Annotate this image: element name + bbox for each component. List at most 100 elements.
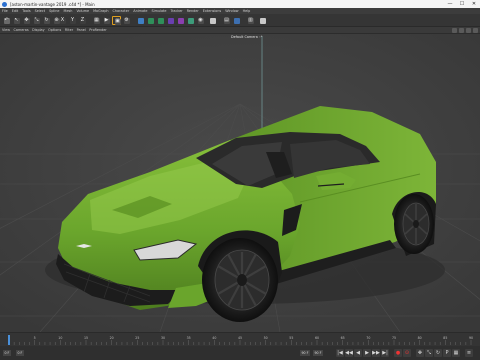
view-rotate-icon[interactable] bbox=[459, 28, 464, 33]
menu-simulate[interactable]: Simulate bbox=[151, 9, 166, 13]
render-view-icon[interactable]: ▶ bbox=[102, 16, 111, 25]
menu-select[interactable]: Select bbox=[35, 9, 45, 13]
move-icon[interactable]: ✥ bbox=[22, 16, 31, 25]
front-hub bbox=[237, 274, 247, 286]
menu-mograph[interactable]: MoGraph bbox=[93, 9, 108, 13]
timeline-tick-label: 25 bbox=[135, 336, 139, 340]
view-menu-view[interactable]: View bbox=[2, 28, 10, 32]
light-glyph bbox=[209, 17, 216, 24]
window-title: [aston-martin-vantage 2019 .c4d *] - Mai… bbox=[10, 1, 95, 7]
camera-label[interactable]: Default Camera ◦⁰ bbox=[231, 35, 262, 39]
menu-file[interactable]: File bbox=[2, 9, 8, 13]
3d-viewport[interactable]: Default Camera ◦⁰ bbox=[0, 34, 480, 332]
pen-icon[interactable] bbox=[146, 16, 155, 25]
timeline-tick-label: 40 bbox=[212, 336, 216, 340]
array-icon[interactable] bbox=[166, 16, 175, 25]
menu-mesh[interactable]: Mesh bbox=[64, 9, 73, 13]
timeline-menu-icon[interactable]: ≡ bbox=[465, 349, 473, 357]
array-glyph bbox=[167, 17, 174, 24]
key-scale-icon[interactable]: ⤡ bbox=[425, 349, 433, 357]
python-glyph bbox=[259, 17, 266, 24]
play-button[interactable]: ▶ bbox=[363, 349, 371, 357]
snap-icon[interactable] bbox=[232, 16, 241, 25]
view-menu-prorender[interactable]: ProRender bbox=[89, 28, 106, 32]
y-axis-icon[interactable]: Y bbox=[68, 16, 77, 25]
max-frame-field[interactable]: 90 F bbox=[313, 350, 323, 356]
menu-character[interactable]: Character bbox=[113, 9, 130, 13]
autokey-button[interactable]: ⊙ bbox=[403, 349, 411, 357]
next-key-button[interactable]: ▶▶ bbox=[372, 349, 380, 357]
close-button[interactable]: ✕ bbox=[468, 0, 480, 8]
menu-spline[interactable]: Spline bbox=[49, 9, 59, 13]
undo-icon[interactable]: ↶ bbox=[2, 16, 11, 25]
workplane-symbol: ▥ bbox=[248, 17, 253, 23]
previous-frame-button[interactable]: ◀ bbox=[354, 349, 362, 357]
timeline-tick-label: 35 bbox=[187, 336, 191, 340]
menu-extensions[interactable]: Extensions bbox=[203, 9, 221, 13]
start-frame-field[interactable]: 0 F bbox=[3, 350, 11, 356]
view-menu-options[interactable]: Options bbox=[48, 28, 61, 32]
menu-window[interactable]: Window bbox=[225, 9, 238, 13]
view-layout-icon[interactable] bbox=[473, 28, 478, 33]
render-settings-symbol: ⚙ bbox=[124, 17, 129, 23]
view-move-icon[interactable] bbox=[452, 28, 457, 33]
view-menu-cameras[interactable]: Cameras bbox=[14, 28, 29, 32]
timeline-tick-label: 70 bbox=[366, 336, 370, 340]
go-to-start-button[interactable]: |◀ bbox=[336, 349, 344, 357]
deformer-icon[interactable] bbox=[176, 16, 185, 25]
record-button[interactable]: ● bbox=[394, 349, 402, 357]
render-picture-viewer-icon[interactable]: ▣ bbox=[112, 16, 121, 25]
menu-animate[interactable]: Animate bbox=[133, 9, 147, 13]
floor-icon[interactable] bbox=[186, 16, 195, 25]
python-icon[interactable] bbox=[258, 16, 267, 25]
key-pla-icon[interactable]: ▦ bbox=[452, 349, 460, 357]
key-rotate-icon[interactable]: ↻ bbox=[434, 349, 442, 357]
menu-volume[interactable]: Volume bbox=[76, 9, 89, 13]
view-menu-panel[interactable]: Panel bbox=[77, 28, 86, 32]
display-icon[interactable]: ▤ bbox=[222, 16, 231, 25]
key-position-icon[interactable]: ✥ bbox=[416, 349, 424, 357]
menu-render[interactable]: Render bbox=[187, 9, 199, 13]
minimize-button[interactable]: — bbox=[444, 0, 456, 8]
render-settings-icon[interactable]: ⚙ bbox=[122, 16, 131, 25]
z-axis-icon[interactable]: Z bbox=[78, 16, 87, 25]
move-symbol: ✥ bbox=[24, 17, 29, 23]
menu-tracker[interactable]: Tracker bbox=[170, 9, 182, 13]
z-axis-symbol: Z bbox=[80, 17, 85, 23]
menu-help[interactable]: Help bbox=[243, 9, 251, 13]
previous-key-button[interactable]: ◀◀ bbox=[345, 349, 353, 357]
timeline-ruler[interactable]: 051015202530354045505560657075808590 bbox=[5, 335, 475, 345]
key-param-icon[interactable]: P bbox=[443, 349, 451, 357]
coordinate-system-icon[interactable]: ▦ bbox=[92, 16, 101, 25]
workplane-icon[interactable]: ▥ bbox=[246, 16, 255, 25]
timeline-tick-label: 15 bbox=[84, 336, 88, 340]
coordinate-system-symbol: ▦ bbox=[94, 17, 99, 23]
light-icon[interactable] bbox=[208, 16, 217, 25]
view-zoom-icon[interactable] bbox=[466, 28, 471, 33]
x-axis-icon[interactable]: X bbox=[58, 16, 67, 25]
end-frame-field[interactable]: 90 F bbox=[300, 350, 310, 356]
go-to-end-button[interactable]: ▶| bbox=[381, 349, 389, 357]
app-icon bbox=[2, 1, 7, 7]
timeline-playhead[interactable] bbox=[8, 335, 10, 345]
menu-tools[interactable]: Tools bbox=[22, 9, 30, 13]
maximize-button[interactable]: ☐ bbox=[456, 0, 468, 8]
scale-icon[interactable]: ⤡ bbox=[32, 16, 41, 25]
view-menu-filter[interactable]: Filter bbox=[65, 28, 73, 32]
viewport-scene bbox=[0, 34, 480, 332]
y-axis-symbol: Y bbox=[70, 17, 75, 23]
view-menu-display[interactable]: Display bbox=[32, 28, 45, 32]
camera-icon[interactable]: ◉ bbox=[196, 16, 205, 25]
current-frame-field[interactable]: 0 F bbox=[16, 350, 24, 356]
menu-edit[interactable]: Edit bbox=[12, 9, 19, 13]
rotate-icon[interactable]: ↻ bbox=[42, 16, 51, 25]
subdivision-icon[interactable] bbox=[156, 16, 165, 25]
live-selection-icon[interactable]: ↖ bbox=[12, 16, 21, 25]
viewport-menu-bar: View Cameras Display Options Filter Pane… bbox=[0, 27, 480, 34]
cube-icon[interactable] bbox=[136, 16, 145, 25]
display-symbol: ▤ bbox=[224, 17, 229, 23]
timeline[interactable]: 051015202530354045505560657075808590 bbox=[0, 332, 480, 346]
timeline-tick-label: 60 bbox=[315, 336, 319, 340]
timeline-tick-label: 45 bbox=[238, 336, 242, 340]
pen-glyph bbox=[147, 17, 154, 24]
